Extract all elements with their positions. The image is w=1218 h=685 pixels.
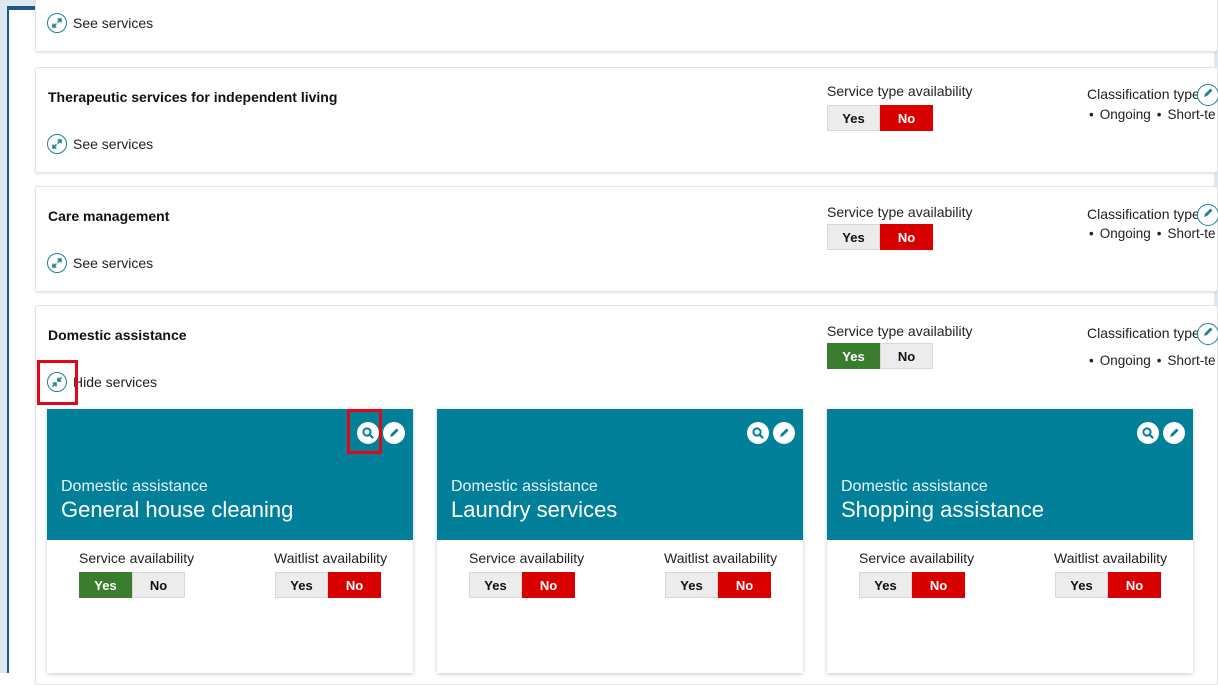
service-type-title: Domestic assistance [48, 327, 187, 343]
edit-service-button[interactable] [383, 422, 405, 444]
magnify-icon [752, 427, 764, 439]
service-type-panel-partial: See services [35, 0, 1218, 52]
annotation-highlight-view-details [347, 409, 382, 454]
service-type-title: Care management [48, 208, 170, 224]
no-option[interactable]: No [718, 572, 771, 598]
service-type-availability-label: Service type availability [827, 83, 973, 99]
yes-option[interactable]: Yes [79, 572, 132, 598]
window-frame-left-line [7, 8, 9, 673]
service-type-panel-care-management: Care management See services Service typ… [35, 186, 1218, 292]
service-type-availability-toggle[interactable]: Yes No [827, 224, 933, 250]
service-type-panel-therapeutic: Therapeutic services for independent liv… [35, 67, 1218, 173]
classification-item: Ongoing [1089, 226, 1151, 241]
expand-icon [47, 13, 67, 33]
waitlist-availability-toggle[interactable]: Yes No [1055, 572, 1161, 598]
classification-list: Ongoing Short-te [1089, 353, 1218, 368]
yes-option[interactable]: Yes [1055, 572, 1108, 598]
classification-list: Ongoing Short-te [1089, 226, 1218, 241]
service-type-availability-label: Service type availability [827, 204, 973, 220]
service-type-availability-toggle[interactable]: Yes No [827, 105, 933, 131]
hide-services-label: Hide services [73, 374, 158, 390]
service-availability-label: Service availability [859, 550, 975, 566]
pencil-icon [1202, 86, 1214, 104]
pencil-icon [1202, 325, 1214, 343]
classification-item: Short-te [1157, 107, 1216, 122]
service-card-header: Domestic assistance Shopping assistance [827, 409, 1193, 540]
yes-option[interactable]: Yes [665, 572, 718, 598]
service-availability-label: Service availability [79, 550, 195, 566]
no-option[interactable]: No [132, 572, 185, 598]
waitlist-availability-label: Waitlist availability [1054, 550, 1168, 566]
classification-type-label: Classification type [1087, 206, 1200, 222]
waitlist-availability-label: Waitlist availability [664, 550, 778, 566]
edit-classification-button[interactable] [1197, 204, 1218, 226]
waitlist-availability-label: Waitlist availability [274, 550, 388, 566]
yes-option[interactable]: Yes [827, 105, 880, 131]
see-services-link[interactable]: See services [47, 253, 153, 273]
service-name: General house cleaning [61, 497, 294, 522]
yes-option[interactable]: Yes [859, 572, 912, 598]
view-details-button[interactable] [1137, 422, 1159, 444]
classification-type-label: Classification type [1087, 325, 1200, 341]
see-services-label: See services [73, 136, 154, 152]
yes-option[interactable]: Yes [827, 343, 880, 369]
service-card-laundry-services: Domestic assistance Laundry services Ser… [437, 409, 803, 673]
pencil-icon [1170, 428, 1179, 437]
see-services-link[interactable]: See services [47, 13, 153, 33]
service-type-availability-label: Service type availability [827, 323, 973, 339]
pencil-icon [390, 428, 399, 437]
no-option[interactable]: No [880, 224, 933, 250]
no-option[interactable]: No [880, 105, 933, 131]
annotation-highlight-collapse [37, 360, 78, 405]
service-availability-toggle[interactable]: Yes No [859, 572, 965, 598]
service-availability-label: Service availability [469, 550, 585, 566]
expand-icon [47, 253, 67, 273]
classification-item: Short-te [1157, 353, 1216, 368]
service-availability-toggle[interactable]: Yes No [469, 572, 575, 598]
edit-classification-button[interactable] [1197, 84, 1218, 106]
service-name: Shopping assistance [841, 497, 1045, 522]
waitlist-availability-toggle[interactable]: Yes No [665, 572, 771, 598]
edit-classification-button[interactable] [1197, 323, 1218, 345]
classification-item: Short-te [1157, 226, 1216, 241]
no-option[interactable]: No [880, 343, 933, 369]
service-card-shopping-assistance: Domestic assistance Shopping assistance … [827, 409, 1193, 673]
pencil-icon [1202, 206, 1214, 224]
no-option[interactable]: No [328, 572, 381, 598]
no-option[interactable]: No [912, 572, 965, 598]
expand-icon [47, 134, 67, 154]
service-category: Domestic assistance [841, 478, 988, 495]
classification-item: Ongoing [1089, 353, 1151, 368]
classification-list: Ongoing Short-te [1089, 107, 1218, 122]
yes-option[interactable]: Yes [275, 572, 328, 598]
see-services-link[interactable]: See services [47, 134, 153, 154]
no-option[interactable]: No [522, 572, 575, 598]
service-name: Laundry services [451, 497, 618, 522]
window-frame-left [0, 0, 7, 673]
no-option[interactable]: No [1108, 572, 1161, 598]
view-details-button[interactable] [747, 422, 769, 444]
service-availability-toggle[interactable]: Yes No [79, 572, 185, 598]
classification-item: Ongoing [1089, 107, 1151, 122]
edit-service-button[interactable] [1163, 422, 1185, 444]
service-category: Domestic assistance [451, 478, 598, 495]
see-services-label: See services [73, 15, 154, 31]
magnify-icon [1142, 427, 1154, 439]
waitlist-availability-toggle[interactable]: Yes No [275, 572, 381, 598]
classification-type-label: Classification type [1087, 86, 1200, 102]
service-type-title: Therapeutic services for independent liv… [48, 89, 338, 105]
yes-option[interactable]: Yes [827, 224, 880, 250]
service-card-header: Domestic assistance Laundry services [437, 409, 803, 540]
yes-option[interactable]: Yes [469, 572, 522, 598]
edit-service-button[interactable] [773, 422, 795, 444]
service-category: Domestic assistance [61, 478, 208, 495]
pencil-icon [780, 428, 789, 437]
service-type-availability-toggle[interactable]: Yes No [827, 343, 933, 369]
see-services-label: See services [73, 255, 154, 271]
